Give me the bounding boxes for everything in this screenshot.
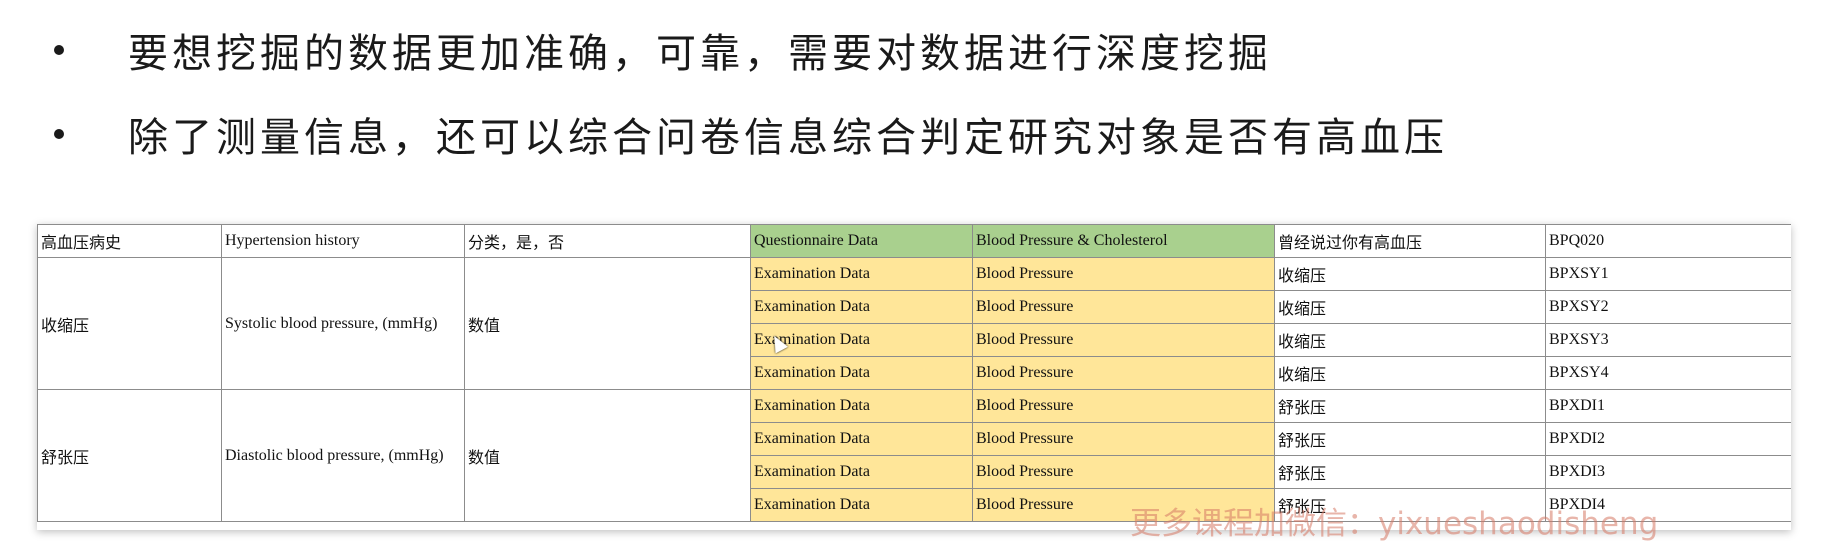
table-cell-variable-code[interactable]: BPXDI1 [1545,389,1791,423]
table-cell[interactable]: Hypertension history [221,224,465,258]
table-cell-data-source[interactable]: Examination Data [750,488,973,522]
table-row: 收缩压 Systolic blood pressure, (mmHg) 数值 E… [37,257,1791,390]
table-cell-data-category[interactable]: Blood Pressure [972,257,1275,291]
table-cell-group-name[interactable]: 舒张压 [37,389,222,522]
bullet-dot-icon [54,45,64,55]
spreadsheet-table: 高血压病史 Hypertension history 分类，是，否 Questi… [37,224,1791,530]
bullet-text: 要想挖掘的数据更加准确，可靠，需要对数据进行深度挖掘 [128,31,1272,77]
table-cell[interactable]: 收缩压 [1274,290,1546,324]
table-cell-data-category[interactable]: Blood Pressure [972,290,1275,324]
table-cell-variable-code[interactable]: BPXDI3 [1545,455,1791,489]
watermark-text: 更多课程加微信：yixueshaodisheng [1130,506,1659,542]
table-cell-group-type[interactable]: 数值 [464,257,751,390]
bullet-dot-icon [54,129,64,139]
table-cell[interactable]: 收缩压 [1274,257,1546,291]
table-cell-data-category[interactable]: Blood Pressure & Cholesterol [972,224,1275,258]
table-cell-variable-code[interactable]: BPXSY2 [1545,290,1791,324]
table-row: 舒张压 Diastolic blood pressure, (mmHg) 数值 … [37,389,1791,522]
table-row-hypertension-history: 高血压病史 Hypertension history 分类，是，否 Questi… [37,224,1791,258]
table-cell-data-category[interactable]: Blood Pressure [972,356,1275,390]
table-cell-variable-code[interactable]: BPXSY4 [1545,356,1791,390]
bullet-text: 除了测量信息，还可以综合问卷信息综合判定研究对象是否有高血压 [128,115,1448,161]
table-cell-group-name[interactable]: 收缩压 [37,257,222,390]
table-cell-data-source[interactable]: Examination Data [750,290,973,324]
table-cell[interactable]: 舒张压 [1274,422,1546,456]
table-cell-data-source[interactable]: Examination Data [750,389,973,423]
table-cell-variable-code[interactable]: BPXDI2 [1545,422,1791,456]
table-cell-data-source[interactable]: Questionnaire Data [750,224,973,258]
table-cell-group-type[interactable]: 数值 [464,389,751,522]
table-cell-data-source[interactable]: Examination Data [750,257,973,291]
table-cell-data-source[interactable]: Examination Data [750,422,973,456]
table-cell-variable-code[interactable]: BPXSY3 [1545,323,1791,357]
table-cell-data-category[interactable]: Blood Pressure [972,422,1275,456]
table-cell-variable-code[interactable]: BPQ020 [1545,224,1791,258]
table-cell-group-desc[interactable]: Diastolic blood pressure, (mmHg) [221,389,465,522]
table-cell-data-category[interactable]: Blood Pressure [972,323,1275,357]
table-cell-data-source[interactable]: Examination Data [750,356,973,390]
table-cell[interactable]: 收缩压 [1274,323,1546,357]
table-cell[interactable]: 分类，是，否 [464,224,751,258]
table-cell[interactable]: 收缩压 [1274,356,1546,390]
table-cell[interactable]: 曾经说过你有高血压 [1274,224,1546,258]
bullet-item: 除了测量信息，还可以综合问卷信息综合判定研究对象是否有高血压 [48,102,1448,166]
bullet-item: 要想挖掘的数据更加准确，可靠，需要对数据进行深度挖掘 [48,18,1272,82]
table-cell[interactable]: 高血压病史 [37,224,222,258]
table-cell-data-category[interactable]: Blood Pressure [972,455,1275,489]
table-cell-data-source[interactable]: Examination Data [750,455,973,489]
table-cell[interactable]: 舒张压 [1274,455,1546,489]
table-cell-group-desc[interactable]: Systolic blood pressure, (mmHg) [221,257,465,390]
table-cell-data-category[interactable]: Blood Pressure [972,389,1275,423]
table-cell-variable-code[interactable]: BPXSY1 [1545,257,1791,291]
table-cell[interactable]: 舒张压 [1274,389,1546,423]
